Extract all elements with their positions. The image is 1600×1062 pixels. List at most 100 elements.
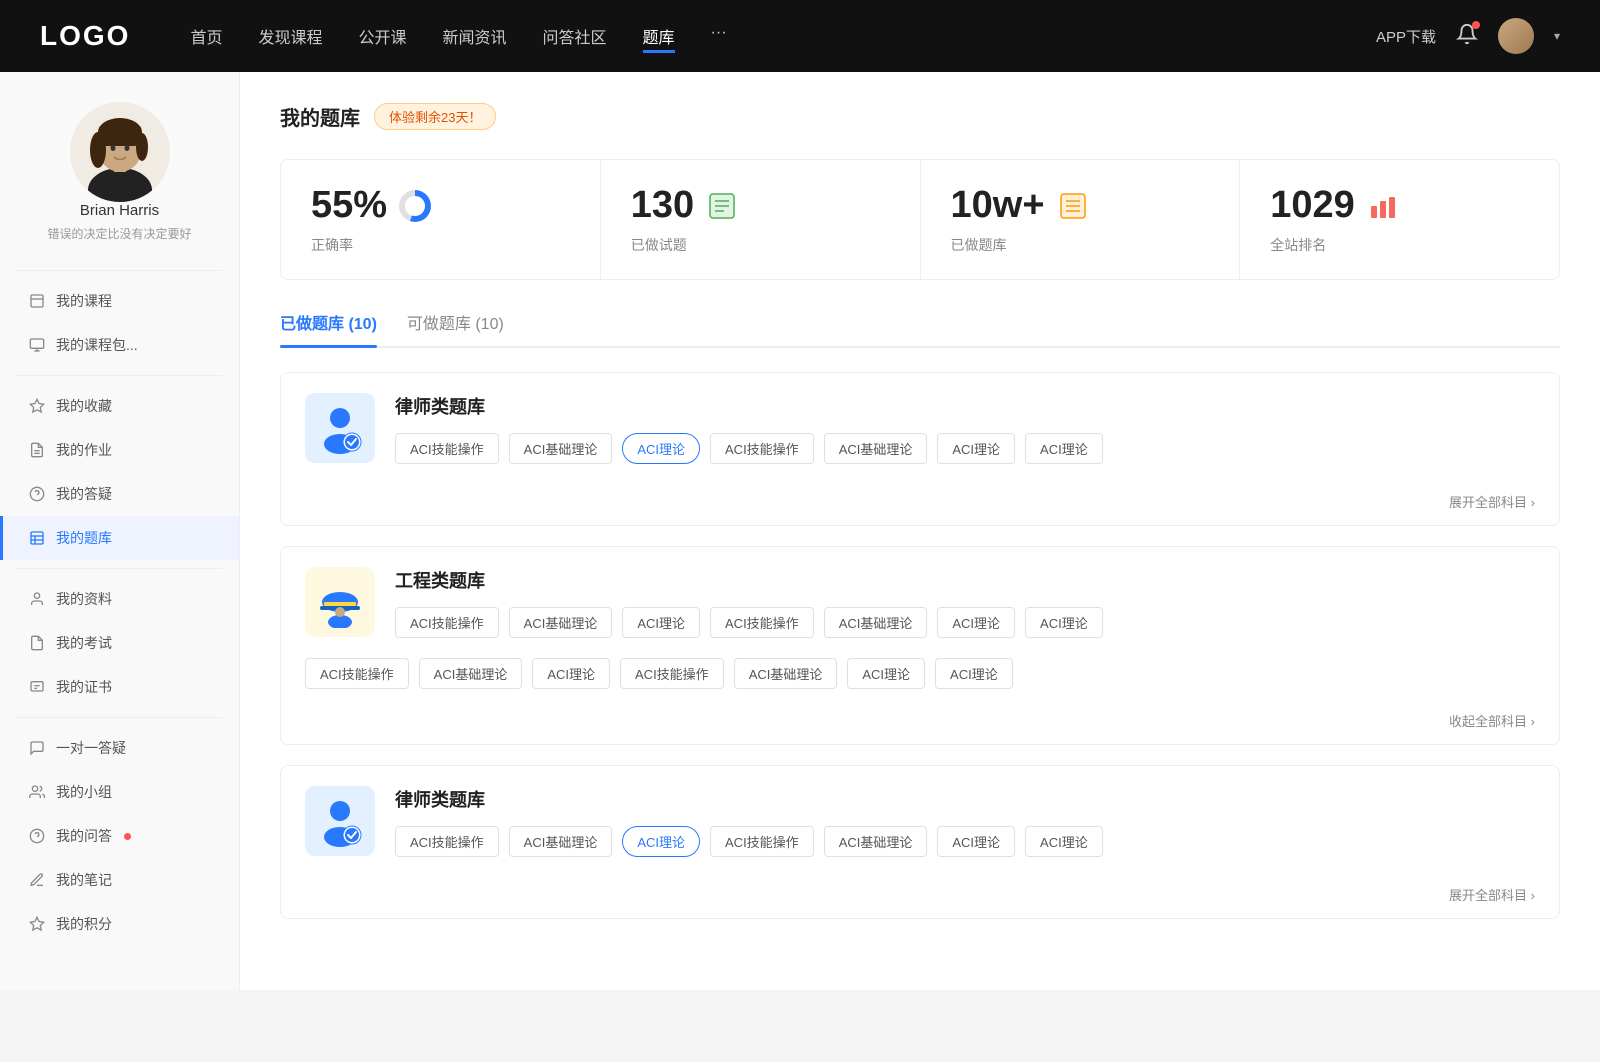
homework-icon [28,441,46,459]
done-banks-label: 已做题库 [951,235,1210,255]
l2-tag-4[interactable]: ACI技能操作 [710,826,814,857]
qbank-header-lawyer-2: 律师类题库 ACI技能操作 ACI基础理论 ACI理论 ACI技能操作 ACI基… [281,766,1559,877]
exam-icon [28,634,46,652]
qbank-name-lawyer-2: 律师类题库 [395,786,1535,812]
expand-lawyer-2[interactable]: 展开全部科目 › [281,877,1559,918]
sidebar-item-my-courses[interactable]: 我的课程 [0,279,239,323]
course-package-icon [28,336,46,354]
qbank-name-lawyer-1: 律师类题库 [395,393,1535,419]
sidebar-item-notes[interactable]: 我的笔记 [0,858,239,902]
qbank-section-lawyer-2: 律师类题库 ACI技能操作 ACI基础理论 ACI理论 ACI技能操作 ACI基… [280,765,1560,919]
qbank-icon-engineer [305,567,375,637]
collapse-engineer[interactable]: 收起全部科目 › [281,703,1559,744]
main-content: 我的题库 体验剩余23天！ 55% 正确率 130 [240,72,1600,990]
sidebar-item-profile[interactable]: 我的资料 [0,577,239,621]
question-bank-icon [28,529,46,547]
qbank-tags-engineer-row1: ACI技能操作 ACI基础理论 ACI理论 ACI技能操作 ACI基础理论 AC… [395,607,1535,638]
sidebar-divider-3 [16,568,223,569]
sidebar-item-course-package[interactable]: 我的课程包... [0,323,239,367]
nav-discover[interactable]: 发现课程 [258,20,322,53]
eng-tag-6[interactable]: ACI理论 [937,607,1015,638]
sidebar-item-exam[interactable]: 我的考试 [0,621,239,665]
done-questions-label: 已做试题 [631,235,890,255]
tab-done-banks[interactable]: 已做题库 (10) [280,310,377,346]
tag-aci-skill-2[interactable]: ACI技能操作 [710,433,814,464]
nav-qa[interactable]: 问答社区 [543,20,607,53]
correct-rate-number: 55% [311,184,387,227]
navbar: LOGO 首页 发现课程 公开课 新闻资讯 问答社区 题库 ··· APP下载 … [0,0,1600,72]
eng-tag-5[interactable]: ACI基础理论 [824,607,928,638]
sidebar-item-one-on-one[interactable]: 一对一答疑 [0,726,239,770]
nav-home[interactable]: 首页 [190,20,222,53]
eng-extra-tag-7[interactable]: ACI理论 [935,658,1013,689]
eng-extra-tag-4[interactable]: ACI技能操作 [620,658,724,689]
eng-tag-4[interactable]: ACI技能操作 [710,607,814,638]
logo: LOGO [40,20,130,52]
tag-aci-basic-2[interactable]: ACI基础理论 [824,433,928,464]
ranking-icon [1367,190,1399,222]
notes-label: 我的笔记 [56,870,112,890]
sidebar-item-question-bank[interactable]: 我的题库 [0,516,239,560]
sidebar-item-group[interactable]: 我的小组 [0,770,239,814]
l2-tag-1[interactable]: ACI技能操作 [395,826,499,857]
eng-tag-3[interactable]: ACI理论 [622,607,700,638]
app-download-button[interactable]: APP下载 [1376,26,1436,47]
eng-extra-tag-1[interactable]: ACI技能操作 [305,658,409,689]
sidebar-item-my-qa[interactable]: 我的答疑 [0,472,239,516]
group-label: 我的小组 [56,782,112,802]
my-qa-icon [28,485,46,503]
points-icon [28,915,46,933]
notification-bell[interactable] [1456,23,1478,50]
l2-tag-7[interactable]: ACI理论 [1025,826,1103,857]
question-bank-label: 我的题库 [56,528,112,548]
my-courses-icon [28,292,46,310]
one-on-one-label: 一对一答疑 [56,738,126,758]
done-banks-number: 10w+ [951,184,1045,227]
tab-available-banks[interactable]: 可做题库 (10) [407,310,504,346]
correct-rate-chart [399,190,431,222]
eng-extra-tag-6[interactable]: ACI理论 [847,658,925,689]
l2-tag-5[interactable]: ACI基础理论 [824,826,928,857]
sidebar-item-points[interactable]: 我的积分 [0,902,239,946]
l2-tag-2[interactable]: ACI基础理论 [509,826,613,857]
navbar-right: APP下载 ▾ [1376,18,1560,54]
expand-lawyer-1[interactable]: 展开全部科目 › [281,484,1559,525]
eng-extra-tag-5[interactable]: ACI基础理论 [734,658,838,689]
nav-more[interactable]: ··· [711,20,727,53]
tag-aci-theory-2[interactable]: ACI理论 [1025,433,1103,464]
user-dropdown-arrow[interactable]: ▾ [1554,29,1560,43]
eng-tag-7[interactable]: ACI理论 [1025,607,1103,638]
eng-tag-2[interactable]: ACI基础理论 [509,607,613,638]
eng-extra-tag-2[interactable]: ACI基础理论 [419,658,523,689]
sidebar: Brian Harris 错误的决定比没有决定要好 我的课程 我的课程包... [0,72,240,990]
sidebar-item-homework[interactable]: 我的作业 [0,428,239,472]
nav-question-bank[interactable]: 题库 [643,20,675,53]
qbank-extra-tags-engineer: ACI技能操作 ACI基础理论 ACI理论 ACI技能操作 ACI基础理论 AC… [281,658,1559,703]
eng-tag-1[interactable]: ACI技能操作 [395,607,499,638]
nav-open-course[interactable]: 公开课 [358,20,406,53]
done-questions-number: 130 [631,184,694,227]
nav-news[interactable]: 新闻资讯 [443,20,507,53]
certificate-icon [28,678,46,696]
tag-aci-theory-active-1[interactable]: ACI理论 [622,433,700,464]
notification-dot [1472,21,1480,29]
l2-tag-6[interactable]: ACI理论 [937,826,1015,857]
tag-aci-skill-1[interactable]: ACI技能操作 [395,433,499,464]
sidebar-item-favorites[interactable]: 我的收藏 [0,384,239,428]
tag-aci-theory-1[interactable]: ACI理论 [937,433,1015,464]
l2-tag-3-active[interactable]: ACI理论 [622,826,700,857]
stat-done-questions: 130 已做试题 [601,160,921,279]
group-icon [28,783,46,801]
eng-extra-tag-3[interactable]: ACI理论 [532,658,610,689]
qbank-icon-lawyer-2 [305,786,375,856]
done-questions-icon [706,190,738,222]
sidebar-divider-1 [16,270,223,271]
sidebar-item-certificate[interactable]: 我的证书 [0,665,239,709]
stat-done-banks: 10w+ 已做题库 [921,160,1241,279]
avatar[interactable] [1498,18,1534,54]
tag-aci-basic-1[interactable]: ACI基础理论 [509,433,613,464]
qbank-section-engineer: 工程类题库 ACI技能操作 ACI基础理论 ACI理论 ACI技能操作 ACI基… [280,546,1560,745]
my-courses-label: 我的课程 [56,291,112,311]
sidebar-item-questions[interactable]: 我的问答 [0,814,239,858]
qbank-header-engineer: 工程类题库 ACI技能操作 ACI基础理论 ACI理论 ACI技能操作 ACI基… [281,547,1559,658]
